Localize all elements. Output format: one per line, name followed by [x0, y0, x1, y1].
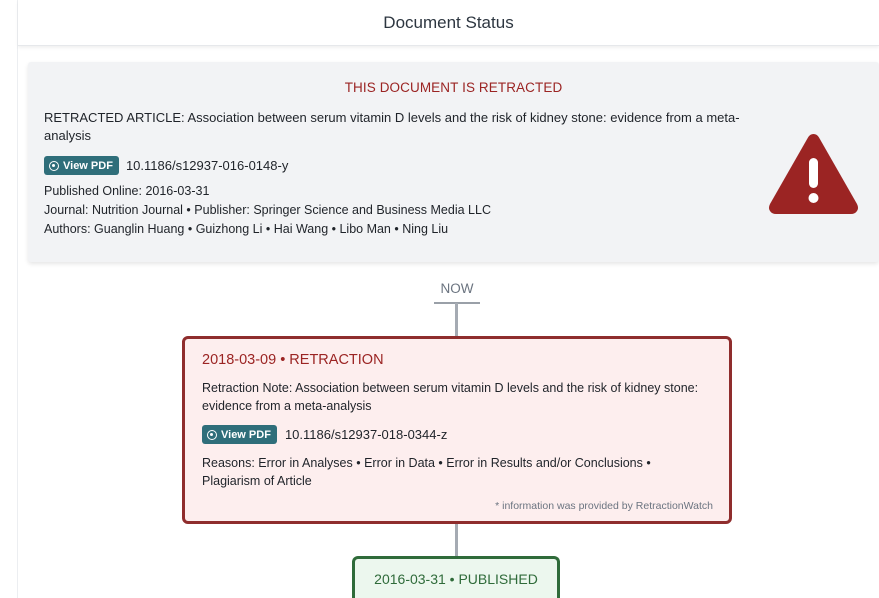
- pdf-icon: [49, 160, 59, 171]
- view-pdf-label: View PDF: [63, 159, 113, 172]
- timeline-connector: [455, 303, 458, 336]
- authors: Authors: Guanglin Huang • Guizhong Li • …: [44, 222, 449, 236]
- published-card: 2016-03-31 • PUBLISHED: [352, 556, 560, 598]
- published-online: Published Online: 2016-03-31: [44, 184, 210, 198]
- document-status-card: THIS DOCUMENT IS RETRACTED RETRACTED ART…: [28, 62, 879, 262]
- retraction-view-pdf-button[interactable]: View PDF: [202, 425, 277, 444]
- retraction-footnote: * information was provided by Retraction…: [495, 500, 713, 512]
- retraction-doi[interactable]: 10.1186/s12937-018-0344-z: [285, 427, 447, 442]
- view-pdf-button[interactable]: View PDF: [44, 156, 119, 175]
- document-pdf-row: View PDF 10.1186/s12937-016-0148-y: [44, 156, 288, 175]
- left-gutter: [0, 0, 18, 598]
- published-heading: 2016-03-31 • PUBLISHED: [374, 570, 538, 587]
- retraction-reasons: Reasons: Error in Analyses • Error in Da…: [202, 456, 651, 488]
- journal-publisher: Journal: Nutrition Journal • Publisher: …: [44, 203, 491, 217]
- retraction-note: Retraction Note: Association between ser…: [202, 381, 699, 413]
- page-header: Document Status: [18, 0, 879, 46]
- view-pdf-label: View PDF: [221, 428, 271, 441]
- warning-triangle-icon: [769, 134, 858, 214]
- timeline-connector: [455, 524, 458, 556]
- document-doi[interactable]: 10.1186/s12937-016-0148-y: [126, 158, 288, 173]
- page-title: Document Status: [383, 12, 514, 32]
- retracted-banner: THIS DOCUMENT IS RETRACTED: [344, 80, 563, 95]
- pdf-icon: [207, 429, 217, 440]
- retraction-card: 2018-03-09 • RETRACTION Retraction Note:…: [182, 336, 732, 524]
- retraction-heading: 2018-03-09 • RETRACTION: [202, 352, 384, 368]
- retraction-pdf-row: View PDF 10.1186/s12937-018-0344-z: [202, 425, 447, 444]
- document-title: RETRACTED ARTICLE: Association between s…: [44, 110, 740, 143]
- timeline-now-label: NOW: [440, 281, 474, 296]
